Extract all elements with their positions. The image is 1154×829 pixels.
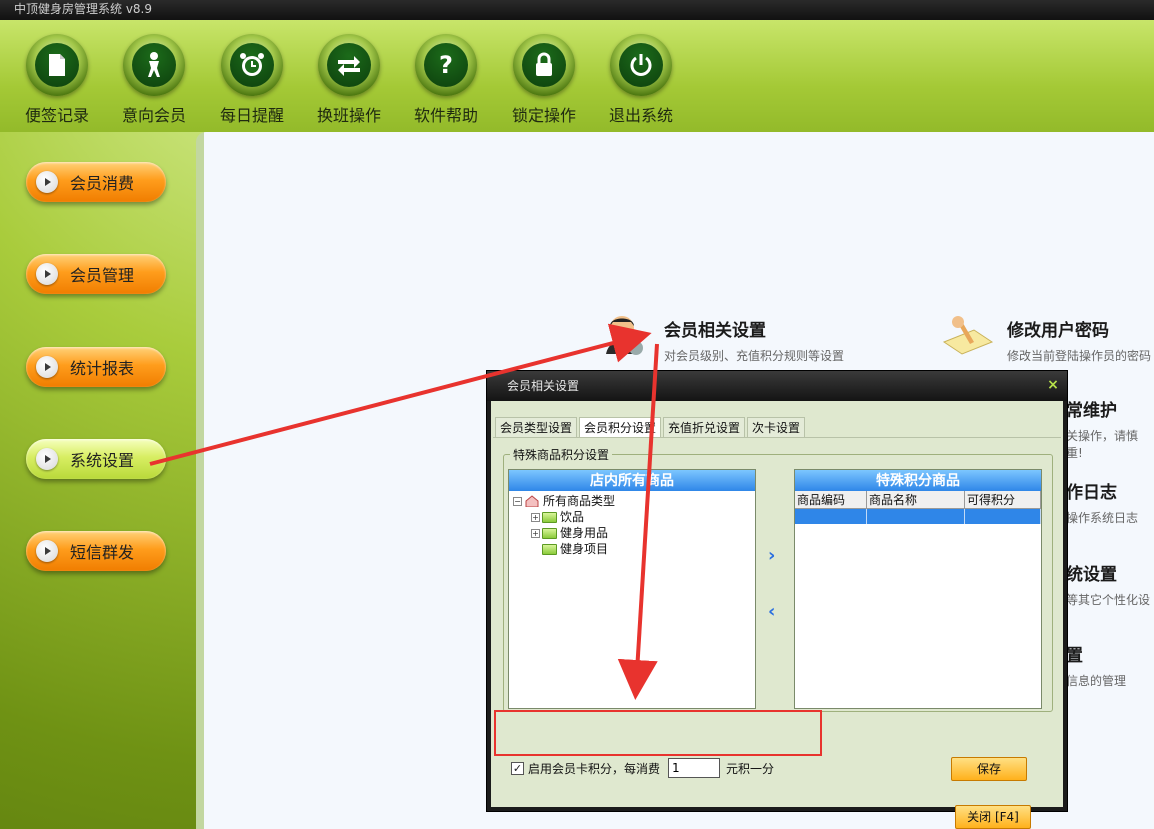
- annotation-arrows: [149, 323, 659, 700]
